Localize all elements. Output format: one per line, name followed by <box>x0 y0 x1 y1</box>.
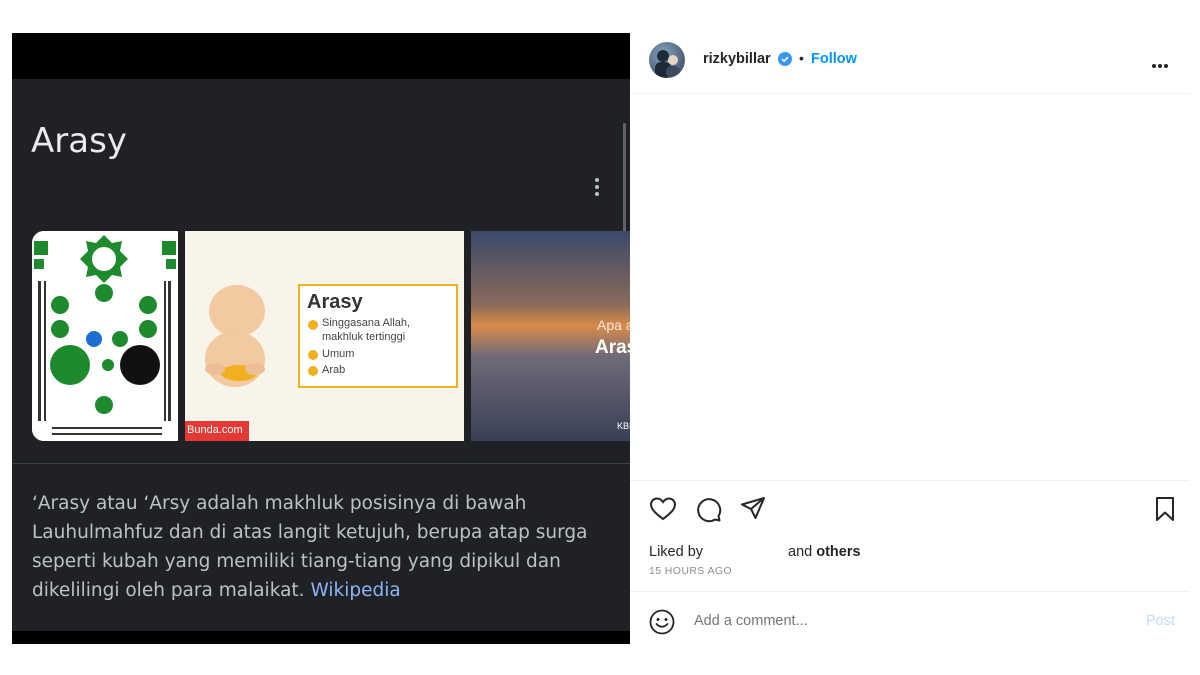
and-label: and <box>788 544 813 560</box>
post-media[interactable]: Arasy Arasy Singgasana Allah, makhluk te… <box>12 33 630 644</box>
liked-by-label: Liked by <box>649 544 704 560</box>
infographic-line-3: Umum <box>322 348 355 360</box>
bookmark-icon[interactable] <box>1151 495 1179 523</box>
verified-badge-icon <box>778 52 792 66</box>
avatar[interactable] <box>649 42 685 78</box>
infographic-line-1: Singgasana Allah, <box>322 317 411 329</box>
knowledge-card: Arasy Arasy Singgasana Allah, makhluk te… <box>12 79 630 631</box>
share-icon[interactable] <box>739 495 767 523</box>
follow-button[interactable]: Follow <box>811 51 857 67</box>
post-side-panel: rizkybillar • Follow Liked by and others… <box>630 33 1190 644</box>
card-title: Arasy <box>31 121 127 161</box>
post-header: rizkybillar • Follow <box>630 33 1190 94</box>
likes-others[interactable]: and others <box>788 544 861 560</box>
sky-photo-line-2: Aras <box>595 337 630 358</box>
more-options-icon[interactable] <box>1152 55 1174 68</box>
wikipedia-link[interactable]: Wikipedia <box>310 580 400 601</box>
username-link[interactable]: rizkybillar <box>703 51 771 67</box>
header-separator: • <box>799 50 804 66</box>
comment-icon[interactable] <box>694 495 722 523</box>
likes-summary: Liked by and others <box>649 544 861 560</box>
post-timestamp[interactable]: 15 HOURS AGO <box>649 565 732 577</box>
post-comment-button[interactable]: Post <box>1146 613 1175 629</box>
card-divider <box>12 463 630 464</box>
infographic-line-4: Arab <box>322 364 346 376</box>
card-more-icon <box>590 175 604 199</box>
infographic-source: Bunda.com <box>187 424 243 436</box>
thumbnail-infographic: Arasy Singgasana Allah, makhluk tertingg… <box>185 231 464 441</box>
comment-bar: Post <box>630 591 1190 644</box>
heart-icon[interactable] <box>649 495 677 523</box>
sky-photo-line-1: Apa a <box>597 317 630 333</box>
thumbnail-sky-photo: Apa a Aras KBI <box>471 231 630 441</box>
others-label: others <box>816 544 861 560</box>
thumbnail-diagram <box>32 231 178 441</box>
infographic-heading: Arasy <box>307 291 363 313</box>
infographic-line-2: makhluk tertinggi <box>322 331 406 343</box>
comment-input[interactable] <box>694 613 1114 629</box>
image-carousel: Arasy Singgasana Allah, makhluk tertingg… <box>32 231 630 441</box>
card-description: ‘Arasy atau ‘Arsy adalah makhluk posisin… <box>32 489 592 605</box>
emoji-icon[interactable] <box>649 609 675 635</box>
sky-photo-source: KBI <box>617 421 630 431</box>
instagram-post-view: Arasy Arasy Singgasana Allah, makhluk te… <box>0 0 1200 675</box>
